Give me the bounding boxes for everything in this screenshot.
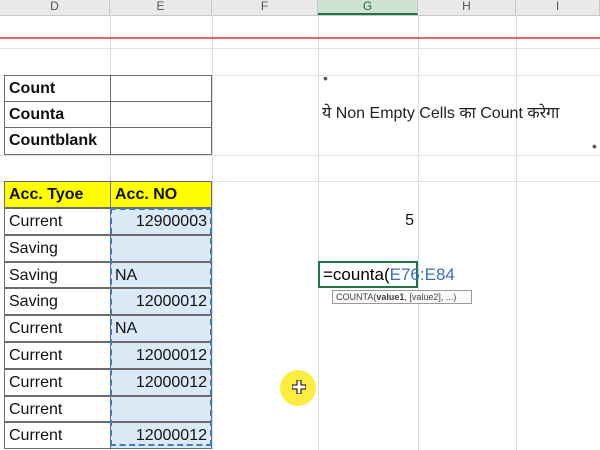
tooltip-function-name[interactable]: COUNTA(: [336, 292, 376, 302]
annotation-mark: •: [323, 70, 328, 86]
summary-label-counta[interactable]: Counta: [4, 101, 111, 128]
table-cell-acc-type[interactable]: Saving: [4, 288, 111, 315]
summary-label-count[interactable]: Count: [4, 75, 111, 102]
tooltip-other-arguments: , [value2], ...): [404, 292, 457, 302]
column-header-e[interactable]: E: [110, 0, 212, 15]
formula-edit-cell[interactable]: =counta(E76:E84: [318, 261, 455, 288]
table-cell-acc-no[interactable]: 12000012: [110, 369, 212, 396]
table-cell-acc-type[interactable]: Current: [4, 396, 111, 422]
table-cell-acc-no[interactable]: 12000012: [110, 422, 212, 449]
column-header-h[interactable]: H: [418, 0, 516, 15]
tooltip-current-argument[interactable]: value1: [376, 292, 404, 302]
table-cell-acc-type[interactable]: Saving: [4, 262, 111, 288]
function-argument-tooltip[interactable]: COUNTA(value1, [value2], ...): [332, 290, 472, 304]
table-cell-acc-no[interactable]: [110, 235, 212, 262]
column-header-g[interactable]: G: [318, 0, 418, 15]
annotation-mark: •: [592, 138, 597, 154]
table-header-acc-no[interactable]: Acc. NO: [110, 181, 212, 208]
column-header-d[interactable]: D: [0, 0, 110, 15]
red-underline-annotation: [0, 37, 600, 39]
gridline: [0, 155, 600, 156]
result-cell[interactable]: 5: [318, 208, 418, 235]
gridline: [212, 15, 213, 450]
table-header-acc-type[interactable]: Acc. Tyoe: [4, 181, 111, 208]
table-cell-acc-type[interactable]: Current: [4, 342, 111, 369]
table-cell-acc-type[interactable]: Current: [4, 422, 111, 449]
gridline: [418, 15, 419, 450]
table-cell-acc-no[interactable]: 12900003: [110, 208, 212, 235]
column-header-i[interactable]: I: [516, 0, 600, 15]
summary-value-count[interactable]: [110, 75, 212, 102]
table-cell-acc-type[interactable]: Saving: [4, 235, 111, 262]
gridline: [0, 48, 600, 49]
summary-value-countblank[interactable]: [110, 127, 212, 155]
table-cell-acc-no[interactable]: NA: [110, 262, 212, 288]
table-cell-acc-type[interactable]: Current: [4, 208, 111, 235]
column-header-bar: D E F G H I: [0, 0, 600, 16]
gridline: [516, 15, 517, 450]
summary-label-countblank[interactable]: Countblank: [4, 127, 111, 155]
formula-text: =counta(: [323, 265, 390, 284]
annotation-note: ये Non Empty Cells का Count करेगा: [322, 105, 560, 122]
crosshair-cursor-icon: [292, 380, 306, 394]
table-cell-acc-no[interactable]: [110, 396, 212, 422]
column-header-f[interactable]: F: [212, 0, 318, 15]
table-cell-acc-no[interactable]: NA: [110, 315, 212, 342]
summary-value-counta[interactable]: [110, 101, 212, 128]
table-cell-acc-no[interactable]: 12000012: [110, 288, 212, 315]
table-cell-acc-type[interactable]: Current: [4, 369, 111, 396]
table-cell-acc-no[interactable]: 12000012: [110, 342, 212, 369]
table-cell-acc-type[interactable]: Current: [4, 315, 111, 342]
formula-range-reference: E76:E84: [389, 265, 455, 284]
